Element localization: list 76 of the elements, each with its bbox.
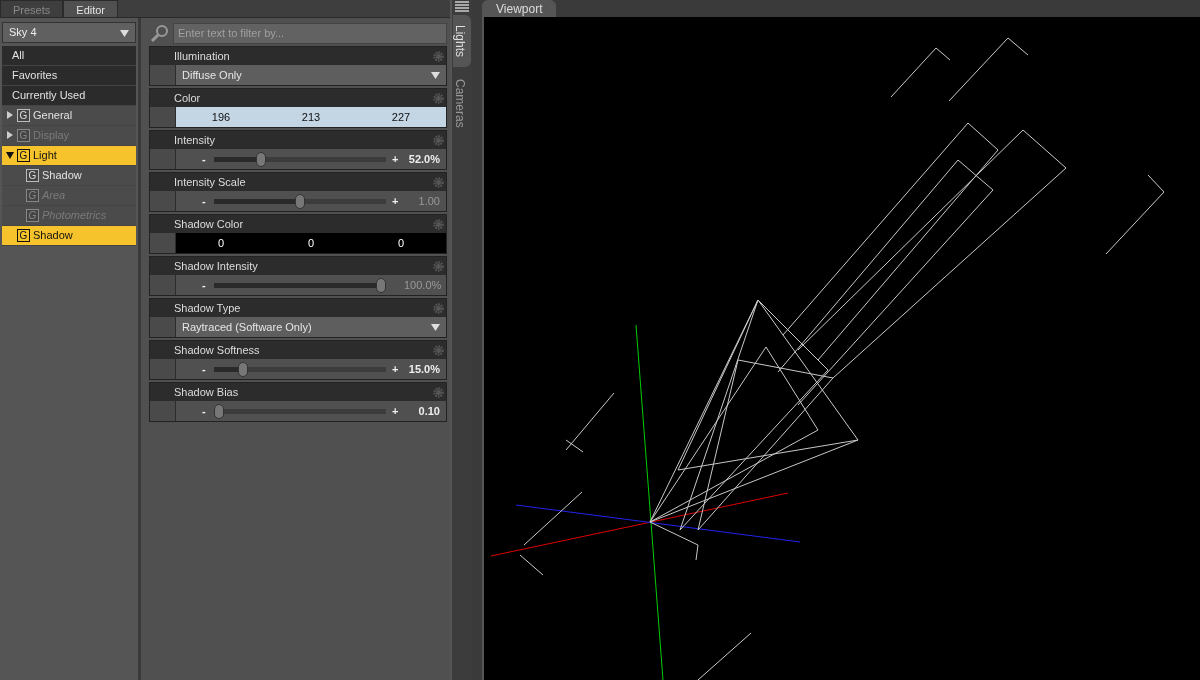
gear-icon[interactable]: [433, 302, 444, 314]
slider-thumb[interactable]: [295, 193, 305, 209]
group-icon: G: [17, 149, 30, 162]
increment-button[interactable]: +: [392, 402, 398, 420]
gear-icon[interactable]: [433, 260, 444, 272]
tree-item[interactable]: G General: [2, 106, 136, 126]
group-icon: G: [17, 129, 30, 142]
slider-value: 100.0%: [404, 277, 440, 293]
property-slider[interactable]: - + 52.0%: [176, 149, 446, 169]
node-dropdown[interactable]: Sky 4: [2, 22, 136, 43]
decrement-button[interactable]: -: [202, 192, 208, 210]
property-label: Shadow Intensity: [174, 258, 258, 274]
tree-item[interactable]: G Shadow: [2, 166, 136, 186]
property-dropdown[interactable]: Diffuse Only: [176, 65, 446, 85]
color-channel-value: 227: [391, 109, 411, 125]
tree-item[interactable]: G Shadow: [2, 226, 136, 246]
decrement-button[interactable]: -: [202, 276, 208, 294]
group-icon: G: [26, 209, 39, 222]
menu-icon[interactable]: [455, 1, 469, 13]
color-channel-value: 196: [211, 109, 231, 125]
slider-value: 15.0%: [407, 361, 440, 377]
gear-icon[interactable]: [433, 176, 444, 188]
property-label: Intensity Scale: [174, 174, 246, 190]
increment-button[interactable]: +: [392, 192, 398, 210]
color-channel-value: 213: [301, 109, 321, 125]
group-icon: G: [26, 189, 39, 202]
group-icon: G: [26, 169, 39, 182]
increment-button[interactable]: +: [392, 150, 398, 168]
property-label: Shadow Type: [174, 300, 241, 316]
caret-icon: [431, 71, 440, 79]
property-slider[interactable]: - + 15.0%: [176, 359, 446, 379]
color-channel-value: 0: [397, 235, 405, 251]
decrement-button[interactable]: -: [202, 402, 208, 420]
property-label: Shadow Bias: [174, 384, 239, 400]
viewport-tab[interactable]: Viewport: [482, 0, 557, 17]
side-tab[interactable]: Lights: [453, 15, 471, 68]
group-icon: G: [17, 109, 30, 122]
gear-icon[interactable]: [433, 218, 444, 230]
tree-item[interactable]: Currently Used: [2, 86, 136, 106]
slider-thumb[interactable]: [214, 403, 224, 419]
tree-item[interactable]: Favorites: [2, 66, 136, 86]
filter-field[interactable]: Enter text to filter by...: [173, 22, 447, 44]
color-swatch[interactable]: 196 213 227: [176, 107, 446, 127]
tree-item[interactable]: G Light: [2, 146, 136, 166]
group-icon: G: [17, 229, 30, 242]
property-label: Illumination: [174, 48, 230, 64]
color-swatch[interactable]: 0 0 0: [176, 233, 446, 253]
decrement-button[interactable]: -: [202, 150, 208, 168]
slider-thumb[interactable]: [238, 361, 249, 377]
caret-icon: [431, 323, 440, 331]
increment-button[interactable]: +: [392, 360, 398, 378]
slider-thumb[interactable]: [376, 277, 386, 293]
property-label: Color: [174, 90, 201, 106]
slider-value: 1.00: [417, 193, 440, 209]
expand-arrow-icon[interactable]: [6, 109, 14, 122]
property-label: Intensity: [174, 132, 215, 148]
gear-icon[interactable]: [433, 50, 444, 62]
property-label: Shadow Color: [174, 216, 244, 232]
decrement-button[interactable]: -: [202, 360, 208, 378]
property-dropdown[interactable]: Raytraced (Software Only): [176, 317, 446, 337]
gear-icon[interactable]: [433, 344, 444, 356]
slider-value: 52.0%: [407, 151, 440, 167]
slider-value: 0.10: [417, 403, 440, 419]
panel-tab[interactable]: Editor: [63, 0, 119, 17]
gear-icon[interactable]: [433, 92, 444, 104]
tree-item[interactable]: All: [2, 46, 136, 66]
property-label: Shadow Softness: [174, 342, 260, 358]
slider-thumb[interactable]: [256, 151, 267, 167]
color-channel-value: 0: [217, 235, 225, 251]
search-icon[interactable]: [149, 23, 171, 43]
color-channel-value: 0: [307, 235, 315, 251]
gear-icon[interactable]: [433, 134, 444, 146]
gear-icon[interactable]: [433, 386, 444, 398]
property-slider[interactable]: - 100.0%: [176, 275, 446, 295]
property-slider[interactable]: - + 0.10: [176, 401, 446, 421]
property-slider[interactable]: - + 1.00: [176, 191, 446, 211]
